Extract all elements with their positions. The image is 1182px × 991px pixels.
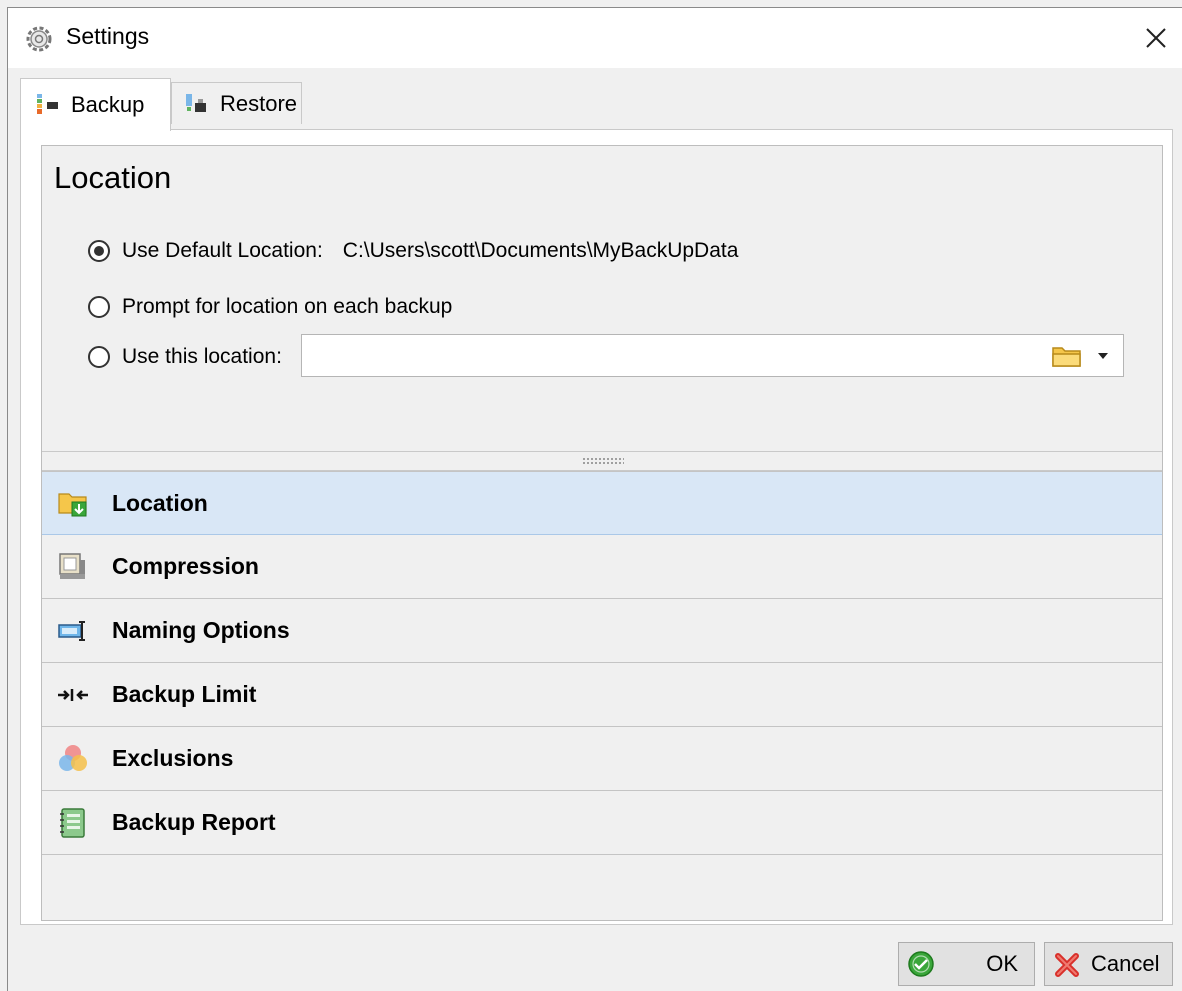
window-title: Settings [66,23,150,49]
tab-backup[interactable]: Backup [20,78,171,131]
radio-custom-location[interactable]: Use this location: [88,345,282,369]
radio-button[interactable] [88,346,110,368]
cancel-button[interactable]: Cancel [1044,942,1173,986]
restore-icon [186,93,206,112]
radio-button[interactable] [88,296,110,318]
chevron-down-icon [1098,353,1108,359]
nav-item-label: Exclusions [112,745,234,771]
radio-label: Use this location: [122,345,282,368]
radio-default-location[interactable]: Use Default Location: C:\Users\scott\Doc… [88,239,738,263]
compression-icon [59,552,85,579]
nav-item-compression[interactable]: Compression [42,535,1162,599]
tab-label: Backup [71,92,145,117]
settings-panel: Location Use Default Location: C:\Users\… [41,145,1163,921]
radio-button[interactable] [88,240,110,262]
folder-open-icon[interactable] [1051,343,1083,369]
folder-download-icon [58,493,87,517]
location-path-input[interactable] [301,334,1124,377]
nav-item-label: Naming Options [112,617,290,643]
panel-splitter[interactable] [42,451,1162,471]
nav-item-label: Backup Limit [112,681,257,707]
text-field-icon [58,620,85,641]
default-path: C:\Users\scott\Documents\MyBackUpData [342,239,739,262]
backup-tab-page: Location Use Default Location: C:\Users\… [20,129,1173,925]
notebook-icon [60,807,85,838]
radio-prompt-location[interactable]: Prompt for location on each backup [88,295,452,319]
nav-item-label: Compression [112,553,259,579]
ok-label: OK [986,951,1018,976]
nav-item-backup-limit[interactable]: Backup Limit [42,663,1162,727]
ok-button[interactable]: OK [898,942,1035,986]
settings-window: Settings Backup Restore Location Use Def… [7,7,1182,991]
limit-arrows-icon [58,688,88,701]
nav-item-naming-options[interactable]: Naming Options [42,599,1162,663]
splitter-grip-icon [582,457,624,466]
tab-label: Restore [220,90,298,116]
cancel-label: Cancel [1091,951,1160,976]
check-circle-icon [908,951,934,977]
gear-icon [26,26,52,52]
radio-label: Use Default Location: [122,239,323,262]
color-circles-icon [59,744,87,771]
tab-restore[interactable]: Restore [171,82,302,124]
title-bar: Settings [8,8,1182,68]
section-title: Location [54,160,172,195]
close-icon [1146,28,1166,48]
nav-item-exclusions[interactable]: Exclusions [42,727,1162,791]
nav-item-label: Location [112,489,208,516]
nav-item-label: Backup Report [112,809,276,835]
close-button[interactable] [1130,8,1182,68]
location-dropdown-button[interactable] [1091,344,1115,368]
nav-item-location[interactable]: Location [42,471,1162,535]
backup-icon [37,94,58,114]
red-x-icon [1055,953,1079,977]
nav-item-backup-report[interactable]: Backup Report [42,791,1162,855]
radio-label: Prompt for location on each backup [122,295,453,318]
